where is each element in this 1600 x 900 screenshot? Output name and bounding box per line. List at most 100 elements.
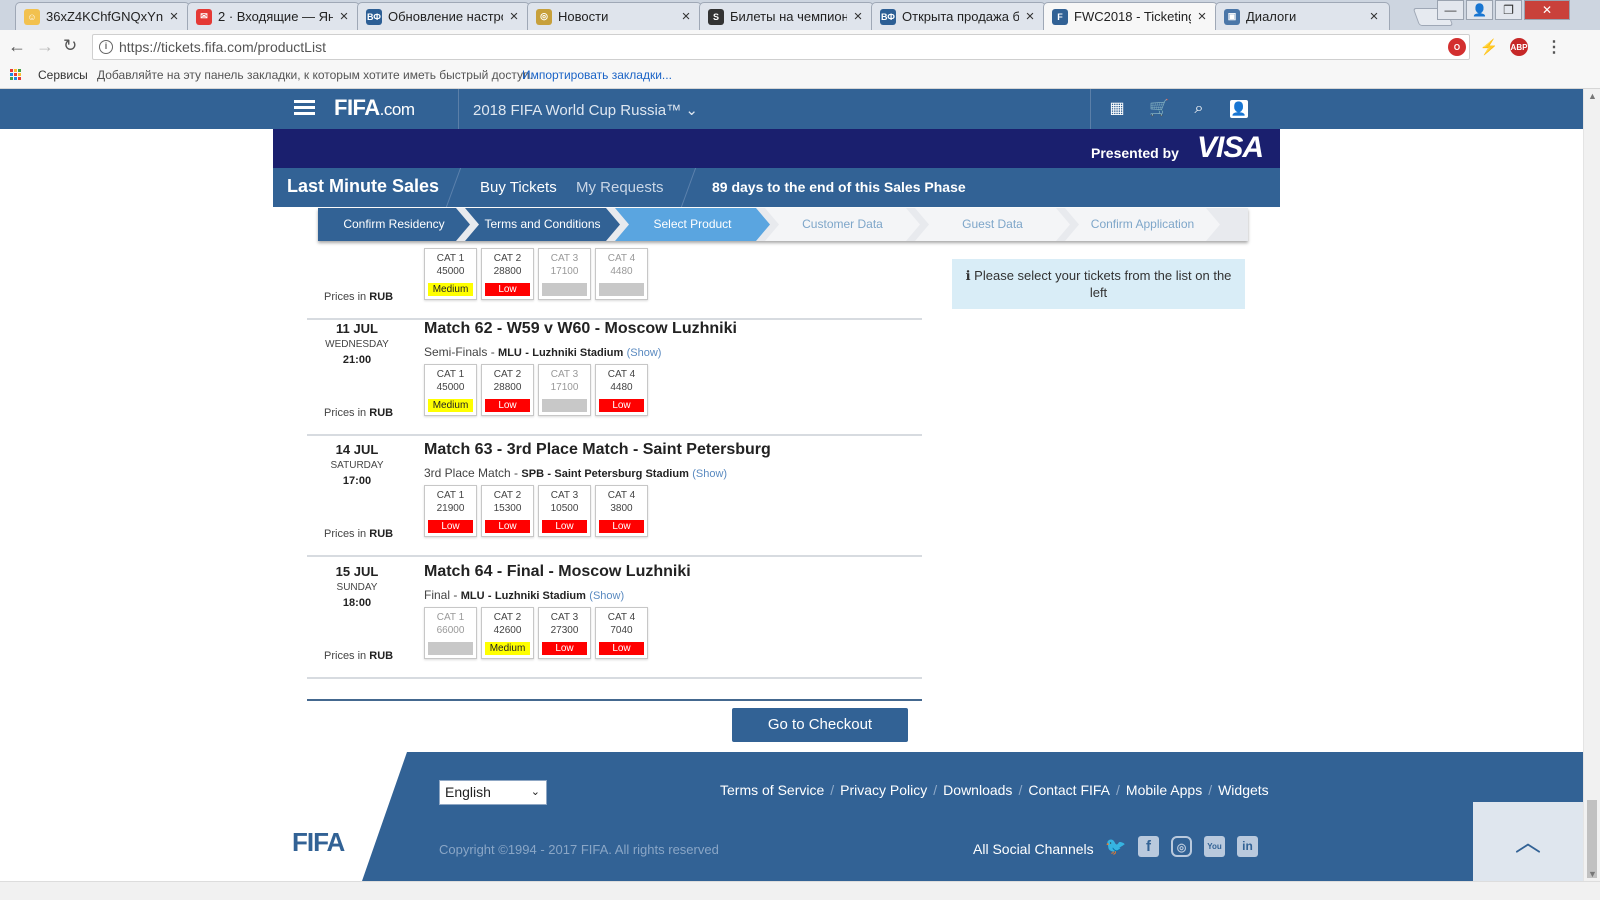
address-bar[interactable]: i https://tickets.fifa.com/productList ☆ bbox=[92, 34, 1470, 60]
match-subtitle: Final - MLU - Luzhniki Stadium (Show) bbox=[424, 588, 625, 602]
my-requests-link[interactable]: My Requests bbox=[576, 179, 664, 196]
bookmarks-apps-link[interactable]: Сервисы bbox=[38, 63, 88, 87]
category-tile[interactable]: CAT 1 21900 Low bbox=[424, 485, 477, 537]
footer-link[interactable]: Terms of Service bbox=[720, 782, 824, 798]
step-terms-and-conditions[interactable]: Terms and Conditions bbox=[465, 208, 620, 241]
go-to-checkout-button[interactable]: Go to Checkout bbox=[732, 708, 908, 742]
category-tile[interactable]: CAT 1 66000 bbox=[424, 607, 477, 659]
category-name: CAT 3 bbox=[550, 612, 579, 623]
search-icon[interactable]: ⌕ bbox=[1190, 100, 1208, 118]
step-label: Confirm Application bbox=[1090, 217, 1195, 231]
browser-tab[interactable]: ☺ 36xZ4KChfGNQxYnoT × bbox=[15, 2, 190, 30]
calendar-icon[interactable]: ▦ bbox=[1108, 100, 1126, 118]
scroll-up-arrow-icon[interactable]: ▲ bbox=[1588, 91, 1597, 101]
apps-icon[interactable] bbox=[10, 69, 22, 81]
step-select-product[interactable]: Select Product bbox=[615, 208, 770, 241]
category-tile[interactable]: CAT 4 4480 bbox=[595, 248, 648, 300]
youtube-icon[interactable]: You bbox=[1204, 836, 1225, 857]
menu-icon[interactable]: ⋮ bbox=[1545, 38, 1563, 56]
step-guest-data: Guest Data bbox=[915, 208, 1070, 241]
link-separator: / bbox=[830, 782, 835, 798]
browser-tab[interactable]: S Билеты на чемпионат × bbox=[699, 2, 874, 30]
reload-icon[interactable]: ↻ bbox=[63, 36, 77, 56]
tab-title: FWC2018 - Ticketing bbox=[1074, 9, 1191, 24]
cart-icon[interactable]: 🛒 bbox=[1149, 100, 1169, 118]
fifa-logo[interactable]: FIFA.com bbox=[334, 95, 415, 121]
category-tile[interactable]: CAT 1 45000 Medium bbox=[424, 364, 477, 416]
category-tile[interactable]: CAT 2 42600 Medium bbox=[481, 607, 534, 659]
scroll-to-top-button[interactable]: ︿ bbox=[1473, 802, 1583, 881]
adblock-extension-icon[interactable]: ABP bbox=[1510, 38, 1528, 56]
browser-tab[interactable]: ВФ Обновление настроек × bbox=[357, 2, 530, 30]
competition-selector[interactable]: 2018 FIFA World Cup Russia™ ⌄ bbox=[473, 101, 698, 119]
close-tab-icon[interactable]: × bbox=[1023, 8, 1037, 25]
close-tab-icon[interactable]: × bbox=[679, 8, 693, 25]
category-name: CAT 1 bbox=[436, 253, 465, 264]
show-venue-link[interactable]: (Show) bbox=[627, 347, 662, 359]
import-bookmarks-link[interactable]: Импортировать закладки... bbox=[522, 63, 672, 87]
social-channels-label[interactable]: All Social Channels bbox=[973, 841, 1094, 857]
close-tab-icon[interactable]: × bbox=[337, 8, 351, 25]
show-venue-link[interactable]: (Show) bbox=[692, 468, 727, 480]
category-tile[interactable]: CAT 3 17100 bbox=[538, 248, 591, 300]
user-icon[interactable]: 👤 bbox=[1230, 100, 1248, 118]
browser-tab[interactable]: ВФ Открыта продажа би × bbox=[871, 2, 1046, 30]
browser-tab[interactable]: ◎ Новости × bbox=[527, 2, 702, 30]
step-confirm-residency[interactable]: Confirm Residency bbox=[318, 208, 470, 241]
footer-link[interactable]: Downloads bbox=[943, 782, 1012, 798]
twitter-icon[interactable]: 🐦 bbox=[1105, 836, 1126, 857]
category-tile[interactable]: CAT 4 4480 Low bbox=[595, 364, 648, 416]
category-tile[interactable]: CAT 3 27300 Low bbox=[538, 607, 591, 659]
browser-tab[interactable]: ✉ 2 · Входящие — Яндекс × bbox=[187, 2, 360, 30]
minimize-button[interactable]: — bbox=[1437, 0, 1464, 20]
category-name: CAT 4 bbox=[607, 369, 636, 380]
browser-tab[interactable]: F FWC2018 - Ticketing × bbox=[1043, 2, 1218, 30]
close-tab-icon[interactable]: × bbox=[1367, 8, 1381, 25]
linkedin-icon[interactable]: in bbox=[1237, 836, 1258, 857]
facebook-icon[interactable]: f bbox=[1138, 836, 1159, 857]
close-tab-icon[interactable]: × bbox=[1195, 8, 1209, 25]
show-venue-link[interactable]: (Show) bbox=[589, 590, 624, 602]
hamburger-menu-icon[interactable] bbox=[294, 100, 315, 116]
close-tab-icon[interactable]: × bbox=[167, 8, 181, 25]
instagram-icon[interactable]: ◎ bbox=[1171, 836, 1192, 857]
availability-badge bbox=[542, 399, 587, 412]
category-tile[interactable]: CAT 4 3800 Low bbox=[595, 485, 648, 537]
footer-link[interactable]: Mobile Apps bbox=[1126, 782, 1202, 798]
footer-link[interactable]: Privacy Policy bbox=[840, 782, 927, 798]
logo-suffix: .com bbox=[379, 100, 415, 119]
scroll-down-arrow-icon[interactable]: ▼ bbox=[1588, 869, 1597, 879]
category-tile[interactable]: CAT 2 28800 Low bbox=[481, 364, 534, 416]
footer-fifa-logo[interactable]: FIFA bbox=[292, 827, 345, 858]
buy-tickets-link[interactable]: Buy Tickets bbox=[480, 179, 557, 196]
category-tile[interactable]: CAT 2 15300 Low bbox=[481, 485, 534, 537]
scrollbar-thumb[interactable] bbox=[1587, 800, 1597, 878]
footer-link[interactable]: Contact FIFA bbox=[1028, 782, 1110, 798]
prices-currency-note: Prices in RUB bbox=[324, 650, 393, 662]
category-tile[interactable]: CAT 4 7040 Low bbox=[595, 607, 648, 659]
footer-link[interactable]: Widgets bbox=[1218, 782, 1269, 798]
restore-button[interactable]: ❐ bbox=[1495, 0, 1522, 20]
info-icon[interactable]: i bbox=[99, 40, 113, 54]
category-tile[interactable]: CAT 3 10500 Low bbox=[538, 485, 591, 537]
category-tile[interactable]: CAT 1 45000 Medium bbox=[424, 248, 477, 300]
currency-code: RUB bbox=[369, 528, 394, 540]
close-tab-icon[interactable]: × bbox=[507, 8, 521, 25]
category-tile[interactable]: CAT 3 17100 bbox=[538, 364, 591, 416]
availability-badge bbox=[599, 283, 644, 296]
opera-extension-icon[interactable]: O bbox=[1448, 38, 1466, 56]
page-scrollbar[interactable]: ▲ ▼ bbox=[1583, 89, 1600, 881]
link-separator: / bbox=[933, 782, 938, 798]
flash-extension-icon[interactable]: ⚡ bbox=[1480, 38, 1499, 56]
user-button[interactable]: 👤 bbox=[1466, 0, 1493, 20]
match-row: 15 JUL SUNDAY 18:00 Match 64 - Final - Mosc… bbox=[307, 558, 922, 679]
close-tab-icon[interactable]: × bbox=[851, 8, 865, 25]
close-window-button[interactable]: ✕ bbox=[1524, 0, 1570, 20]
language-select[interactable]: English ⌄ bbox=[439, 780, 547, 805]
forward-icon[interactable]: → bbox=[36, 36, 54, 57]
match-title: Match 64 - Final - Moscow Luzhniki bbox=[424, 563, 691, 580]
category-price: 10500 bbox=[550, 503, 579, 514]
browser-tab[interactable]: ▣ Диалоги × bbox=[1215, 2, 1390, 30]
category-tile[interactable]: CAT 2 28800 Low bbox=[481, 248, 534, 300]
back-icon[interactable]: ← bbox=[8, 36, 26, 57]
